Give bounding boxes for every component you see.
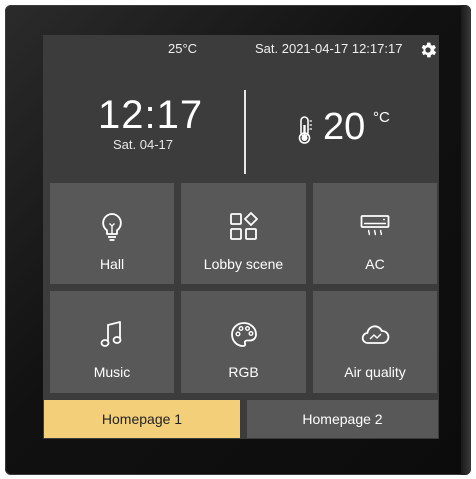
air-conditioner-icon [360, 215, 390, 236]
tile-label-music: Music [93, 364, 131, 380]
tile-label-rgb: RGB [228, 364, 259, 380]
tab-homepage-2[interactable]: Homepage 2 [247, 400, 438, 438]
tile-lobby-scene[interactable]: Lobby scene [181, 183, 306, 284]
cloud-icon [361, 325, 390, 344]
room-temperature-value: 20 [323, 106, 366, 148]
tile-music[interactable]: Music [50, 291, 174, 393]
bezel-edge [461, 5, 471, 475]
gear-icon[interactable] [418, 40, 438, 60]
thermometer-icon [298, 116, 312, 144]
status-datetime: Sat. 2021-04-17 12:17:17 [255, 41, 403, 56]
palette-icon [230, 322, 257, 347]
scene-grid-icon [229, 212, 258, 240]
tile-ac[interactable]: AC [313, 183, 437, 284]
panel-screen: 25°C Sat. 2021-04-17 12:17:17 12:17 Sat.… [43, 35, 439, 439]
lightbulb-icon [102, 213, 122, 241]
music-note-icon [100, 321, 122, 347]
clock-widget: 12:17 Sat. 04-17 [98, 93, 204, 152]
tile-label-lobby-scene: Lobby scene [203, 256, 284, 272]
status-bar: 25°C Sat. 2021-04-17 12:17:17 [43, 35, 439, 61]
clock-date: Sat. 04-17 [113, 137, 173, 152]
divider [244, 90, 246, 174]
tile-rgb[interactable]: RGB [181, 291, 306, 393]
tile-hall[interactable]: Hall [50, 183, 174, 284]
tile-label-hall: Hall [99, 256, 125, 272]
clock-time: 12:17 [98, 93, 204, 137]
tile-air-quality[interactable]: Air quality [313, 291, 437, 393]
tile-label-air-quality: Air quality [344, 364, 406, 380]
tile-label-ac: AC [365, 256, 385, 272]
tab-homepage-1[interactable]: Homepage 1 [44, 400, 240, 438]
status-temperature: 25°C [168, 41, 198, 56]
room-temperature-unit: °C [373, 109, 390, 126]
